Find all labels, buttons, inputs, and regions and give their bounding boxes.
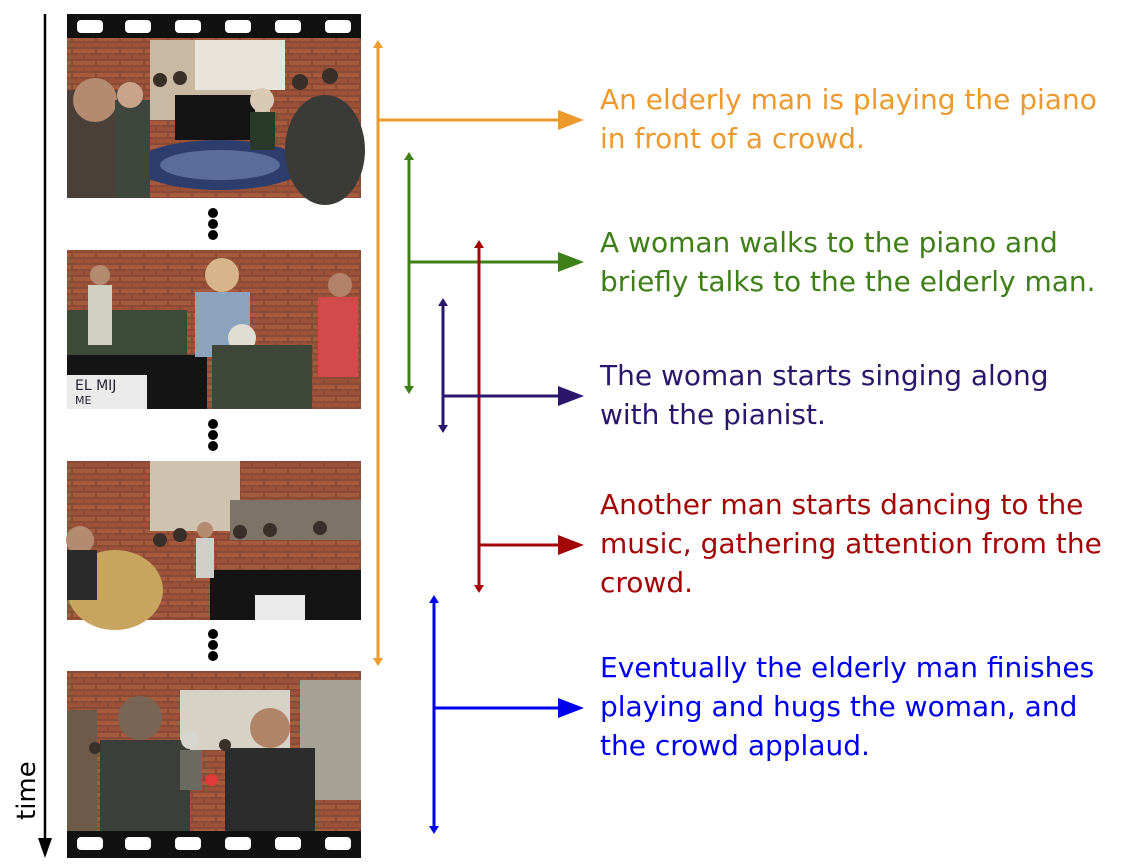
frame-3-dancer xyxy=(66,461,361,630)
caption-line: Eventually the elderly man finishes xyxy=(600,651,1095,684)
caption-line: in front of a crowd. xyxy=(600,122,865,155)
caption-line: briefly talks to the the elderly man. xyxy=(600,265,1096,298)
film-bottom-band xyxy=(67,831,361,858)
film-strip: EL MIJ ME xyxy=(66,14,365,858)
bracket-green xyxy=(404,152,584,394)
frame-4-applause xyxy=(67,671,361,831)
caption-line: music, gathering attention from the xyxy=(600,527,1102,560)
time-axis-arrowhead xyxy=(38,838,52,858)
ellipsis-dots-2 xyxy=(208,419,218,451)
ellipsis-dots-3 xyxy=(208,629,218,661)
event-caption-red: Another man starts dancing to the music,… xyxy=(600,485,1125,602)
film-top-band xyxy=(67,14,361,38)
bracket-purple xyxy=(438,298,584,433)
caption-line: with the pianist. xyxy=(600,398,826,431)
event-caption-purple: The woman starts singing along with the … xyxy=(600,356,1125,434)
bracket-red xyxy=(474,240,584,593)
frame-1-pianist-crowd xyxy=(67,38,365,205)
ellipsis-dots-1 xyxy=(208,208,218,240)
bracket-blue xyxy=(429,595,584,834)
svg-text:EL MIJ: EL MIJ xyxy=(75,378,116,394)
event-caption-blue: Eventually the elderly man finishes play… xyxy=(600,648,1125,765)
caption-line: The woman starts singing along xyxy=(600,359,1049,392)
event-caption-green: A woman walks to the piano and briefly t… xyxy=(600,223,1125,301)
caption-line: playing and hugs the woman, and xyxy=(600,690,1078,723)
frame-2-woman-talks: EL MIJ ME xyxy=(67,250,361,409)
time-axis-label: time xyxy=(12,761,42,820)
caption-line: the crowd applaud. xyxy=(600,729,870,762)
event-caption-orange: An elderly man is playing the piano in f… xyxy=(600,80,1125,158)
caption-line: A woman walks to the piano and xyxy=(600,226,1058,259)
caption-line: An elderly man is playing the piano xyxy=(600,83,1097,116)
caption-line: crowd. xyxy=(600,566,693,599)
svg-text:ME: ME xyxy=(75,394,91,407)
caption-line: Another man starts dancing to the xyxy=(600,488,1084,521)
